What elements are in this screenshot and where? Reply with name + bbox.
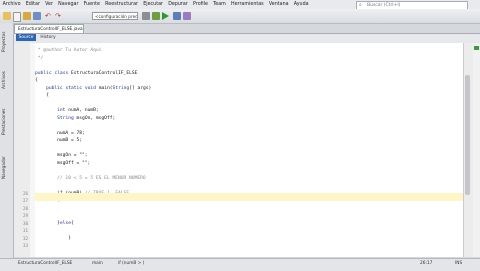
code-text: main( xyxy=(95,85,113,91)
side-panel: Proyectos Archivos Prestaciones Navegado… xyxy=(0,23,14,258)
code-line: numA = 78; xyxy=(35,130,85,138)
code-line: public static void main(String[] args) xyxy=(35,85,151,93)
code-keyword: public xyxy=(46,85,63,91)
code-text: { xyxy=(35,93,49,98)
code-line: }else{ xyxy=(35,220,74,228)
error-stripe xyxy=(473,43,480,257)
tab-archivos[interactable]: Archivos xyxy=(1,67,11,93)
nav-class[interactable]: EstructuraControlIF_ELSE xyxy=(18,261,72,266)
code-text: } xyxy=(35,220,60,226)
editor-file-tab[interactable]: EstructuraControlIF_ELSE.java xyxy=(14,24,84,33)
profile-icon[interactable] xyxy=(183,12,191,20)
menu-ayuda[interactable]: Ayuda xyxy=(291,2,311,7)
debug-icon[interactable] xyxy=(173,12,181,20)
menu-ver[interactable]: Ver xyxy=(43,2,56,7)
code-line: { xyxy=(35,92,49,100)
code-line: numB = 5; xyxy=(35,137,82,145)
code-text: { xyxy=(35,78,38,83)
current-line-highlight xyxy=(35,193,463,201)
line-number-gutter: 26 27 28 29 30 31 32 33 xyxy=(14,43,31,257)
caret-position: 26:17 xyxy=(420,261,433,266)
code-keyword: String xyxy=(112,85,130,91)
nav-statement[interactable]: if (numB > ) xyxy=(118,261,144,266)
menu-profile[interactable]: Profile xyxy=(190,2,210,7)
code-text: numA, numB; xyxy=(65,108,99,113)
menu-archivo[interactable]: Archivo xyxy=(0,2,23,7)
code-keyword: String xyxy=(57,115,74,121)
code-keyword: else xyxy=(59,220,71,226)
code-line: { xyxy=(35,77,38,85)
menu-team[interactable]: Team xyxy=(211,2,229,7)
code-line: } xyxy=(35,235,71,243)
redo-icon[interactable]: ↷ xyxy=(55,12,63,20)
open-project-icon[interactable] xyxy=(23,12,31,20)
code-text: msgOn = ""; xyxy=(35,153,88,158)
code-line: msgOn = ""; xyxy=(35,152,88,160)
configuration-select[interactable]: <configuración predet... xyxy=(92,12,138,20)
insert-mode: INS xyxy=(455,261,463,266)
menu-ventana[interactable]: Ventana xyxy=(266,2,291,7)
search-placeholder: Buscar (Ctrl+I) xyxy=(367,3,401,8)
code-line: // 10 < 5 = 5 ES EL MENOR NUMERO xyxy=(35,175,146,181)
new-project-icon[interactable] xyxy=(3,12,11,20)
code-line: public class EstructuraControlIF_ELSE xyxy=(35,70,137,78)
line-number: 32 xyxy=(22,235,28,241)
code-line: int numA, numB; xyxy=(35,107,99,115)
nav-method[interactable]: main xyxy=(92,261,103,266)
code-text: numA = 78; xyxy=(35,130,85,136)
code-line: */ xyxy=(35,55,44,61)
run-icon[interactable] xyxy=(162,12,169,20)
menu-navegar[interactable]: Navegar xyxy=(56,2,81,7)
line-number: 26 xyxy=(22,190,28,196)
line-number: 28 xyxy=(22,205,28,211)
line-number: 27 xyxy=(22,198,28,203)
code-text: } xyxy=(35,235,71,241)
search-icon: ⌕ xyxy=(359,2,362,8)
line-number: 31 xyxy=(22,228,28,233)
new-file-icon[interactable] xyxy=(13,12,21,22)
line-number: 30 xyxy=(22,220,28,226)
source-view-button[interactable]: Source xyxy=(16,34,36,41)
code-line: msgOff = ""; xyxy=(35,160,90,168)
save-all-icon[interactable] xyxy=(33,12,41,20)
status-ok-icon xyxy=(474,46,479,50)
scrollbar-thumb[interactable] xyxy=(465,75,470,195)
code-line: String msgOn, msgOff; xyxy=(35,115,115,123)
line-number: 33 xyxy=(22,243,28,248)
menu-depurar[interactable]: Depurar xyxy=(166,2,191,7)
code-text: { xyxy=(70,220,74,226)
main-toolbar: ↶ ↷ <configuración predet... xyxy=(0,9,480,24)
code-keyword: class xyxy=(54,70,69,76)
undo-icon[interactable]: ↶ xyxy=(45,12,53,20)
clean-build-icon[interactable] xyxy=(152,12,160,20)
menu-editar[interactable]: Editar xyxy=(23,2,42,7)
menu-herramientas[interactable]: Herramientas xyxy=(228,2,266,7)
line-number: 29 xyxy=(22,213,28,218)
tab-prestaciones[interactable]: Prestaciones xyxy=(1,105,11,139)
code-text: EstructuraControlIF_ELSE xyxy=(68,70,138,76)
code-keyword: static xyxy=(65,85,83,91)
code-editor[interactable]: * @author Tu Autor Aquí */ public class E… xyxy=(35,43,463,257)
menu-reestructurar[interactable]: Reestructurar xyxy=(103,2,141,7)
tab-proyectos[interactable]: Proyectos xyxy=(1,29,11,55)
code-text: [] args) xyxy=(129,85,152,91)
code-text: msgOn, msgOff; xyxy=(73,115,116,121)
code-text: numB = 5; xyxy=(35,138,83,143)
status-bar: EstructuraControlIF_ELSE main if (numB >… xyxy=(0,258,480,271)
history-view-button[interactable]: History xyxy=(38,34,58,41)
tab-navegador[interactable]: Navegador xyxy=(1,153,11,183)
code-line: * @author Tu Autor Aquí xyxy=(35,48,102,53)
menu-ejecutar[interactable]: Ejecutar xyxy=(141,2,166,7)
code-keyword: public xyxy=(35,70,52,76)
code-keyword: void xyxy=(84,85,96,91)
code-text: msgOff = ""; xyxy=(35,160,91,166)
menu-fuente[interactable]: Fuente xyxy=(81,2,103,7)
build-icon[interactable] xyxy=(142,12,150,20)
